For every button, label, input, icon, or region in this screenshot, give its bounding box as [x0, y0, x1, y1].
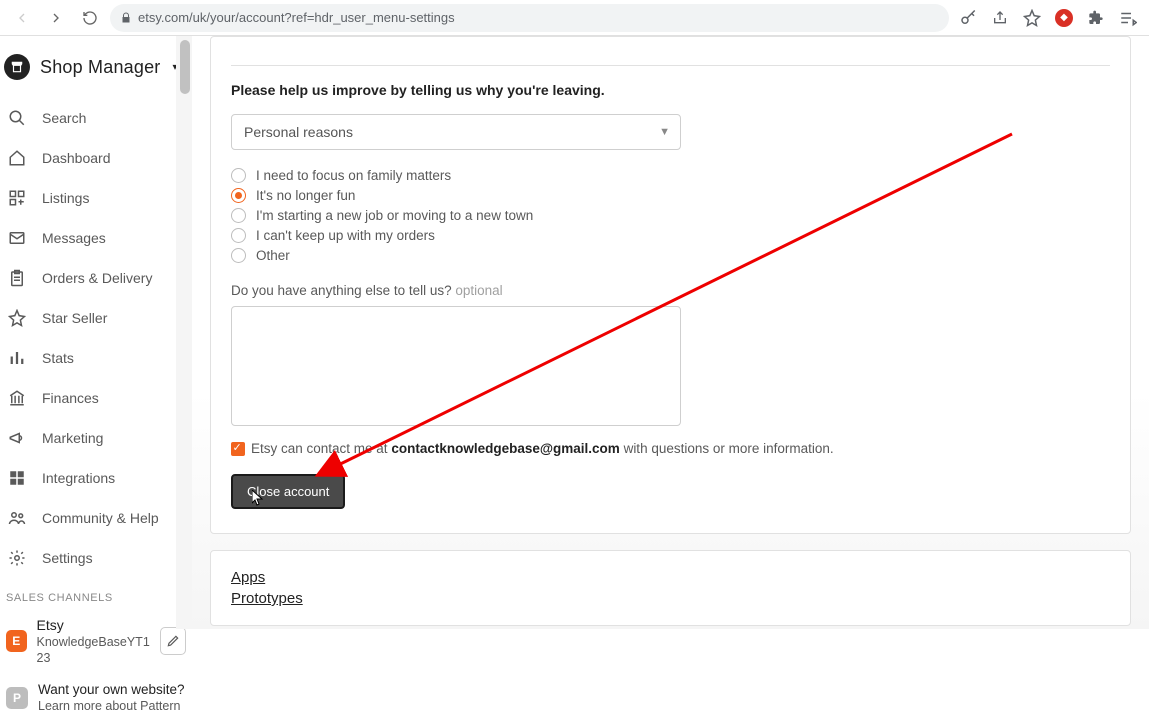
sidebar-label: Listings — [42, 190, 89, 206]
sidebar-item-messages[interactable]: Messages — [0, 218, 192, 258]
sidebar-item-settings[interactable]: Settings › — [0, 538, 192, 578]
edit-channel-button[interactable] — [160, 627, 186, 655]
browser-toolbar: etsy.com/uk/your/account?ref=hdr_user_me… — [0, 0, 1149, 36]
sidebar-label: Marketing — [42, 430, 103, 446]
sidebar-item-stats[interactable]: Stats — [0, 338, 192, 378]
apps-link[interactable]: Apps — [231, 569, 1110, 586]
reason-radio-1[interactable]: It's no longer fun — [231, 188, 1110, 203]
contact-email: contactknowledgebase@gmail.com — [391, 441, 619, 456]
chevron-down-icon: ▼ — [659, 126, 670, 138]
close-account-card: Please help us improve by telling us why… — [210, 36, 1131, 534]
radio-label: I'm starting a new job or moving to a ne… — [256, 208, 533, 223]
prototypes-link[interactable]: Prototypes — [231, 590, 1110, 607]
sidebar-label: Community & Help — [42, 510, 159, 526]
sidebar-label: Messages — [42, 230, 106, 246]
search-icon — [6, 107, 28, 129]
key-icon[interactable] — [955, 5, 981, 31]
radio-label: I can't keep up with my orders — [256, 228, 435, 243]
contact-consent-row: Etsy can contact me at contactknowledgeb… — [231, 441, 1110, 456]
sidebar-label: Search — [42, 110, 86, 126]
radio-icon — [231, 228, 246, 243]
sidebar-label: Stats — [42, 350, 74, 366]
sidebar-item-community[interactable]: Community & Help › — [0, 498, 192, 538]
close-account-button[interactable]: Close account — [231, 474, 345, 509]
feedback-label: Do you have anything else to tell us? op… — [231, 283, 1110, 298]
star-icon[interactable] — [1019, 5, 1045, 31]
reason-radio-4[interactable]: Other — [231, 248, 1110, 263]
channel-subtitle: KnowledgeBaseYT1 23 — [37, 634, 150, 667]
pattern-badge-icon: P — [6, 687, 28, 709]
reason-select[interactable]: Personal reasons ▼ — [231, 114, 681, 150]
radio-icon — [231, 208, 246, 223]
channel-etsy[interactable]: E Etsy KnowledgeBaseYT1 23 — [0, 610, 192, 667]
sidebar-item-marketing[interactable]: Marketing › — [0, 418, 192, 458]
sidebar: Shop Manager ▾ Search Dashboard Listings… — [0, 36, 192, 629]
sidebar-label: Integrations — [42, 470, 115, 486]
listings-icon — [6, 187, 28, 209]
bank-icon — [6, 387, 28, 409]
sidebar-label: Star Seller — [42, 310, 107, 326]
bars-icon — [6, 347, 28, 369]
gear-icon — [6, 547, 28, 569]
clipboard-icon — [6, 267, 28, 289]
megaphone-icon — [6, 427, 28, 449]
cursor-icon — [252, 490, 264, 506]
playlist-icon[interactable] — [1115, 5, 1141, 31]
reload-button[interactable] — [76, 4, 104, 32]
radio-icon — [231, 248, 246, 263]
sidebar-label: Settings — [42, 550, 93, 566]
reason-radio-3[interactable]: I can't keep up with my orders — [231, 228, 1110, 243]
forward-button[interactable] — [42, 4, 70, 32]
channel-subtitle: Learn more about Pattern — [38, 698, 186, 714]
people-icon — [6, 507, 28, 529]
lock-icon — [120, 12, 132, 24]
star-outline-icon — [6, 307, 28, 329]
radio-label: It's no longer fun — [256, 188, 355, 203]
share-icon[interactable] — [987, 5, 1013, 31]
sidebar-scrollbar[interactable] — [176, 36, 192, 629]
radio-label: I need to focus on family matters — [256, 168, 451, 183]
sidebar-item-finances[interactable]: Finances › — [0, 378, 192, 418]
contact-checkbox[interactable] — [231, 442, 245, 456]
channel-title: Want your own website? — [38, 681, 186, 699]
sidebar-label: Dashboard — [42, 150, 111, 166]
address-bar[interactable]: etsy.com/uk/your/account?ref=hdr_user_me… — [110, 4, 949, 32]
etsy-badge-icon: E — [6, 630, 27, 652]
sidebar-item-integrations[interactable]: Integrations — [0, 458, 192, 498]
reason-radio-2[interactable]: I'm starting a new job or moving to a ne… — [231, 208, 1110, 223]
sidebar-item-listings[interactable]: Listings — [0, 178, 192, 218]
select-value: Personal reasons — [244, 124, 353, 140]
sidebar-item-search[interactable]: Search — [0, 98, 192, 138]
sidebar-label: Finances — [42, 390, 99, 406]
shop-manager-dropdown[interactable]: Shop Manager ▾ — [0, 36, 192, 98]
reason-radio-0[interactable]: I need to focus on family matters — [231, 168, 1110, 183]
grid-icon — [6, 467, 28, 489]
radio-label: Other — [256, 248, 290, 263]
sidebar-item-star-seller[interactable]: Star Seller — [0, 298, 192, 338]
brand-title: Shop Manager — [40, 57, 160, 78]
shop-logo-icon — [4, 54, 30, 80]
form-heading: Please help us improve by telling us why… — [231, 82, 1110, 98]
contact-suffix: with questions or more information. — [620, 441, 834, 456]
links-card: Apps Prototypes — [210, 550, 1131, 626]
home-icon — [6, 147, 28, 169]
radio-icon — [231, 168, 246, 183]
radio-icon — [231, 188, 246, 203]
contact-prefix: Etsy can contact me at — [251, 441, 391, 456]
channel-title: Etsy — [37, 616, 150, 634]
url-text: etsy.com/uk/your/account?ref=hdr_user_me… — [138, 10, 455, 25]
channel-pattern[interactable]: P Want your own website? Learn more abou… — [0, 675, 192, 714]
main-content: Please help us improve by telling us why… — [192, 36, 1149, 629]
sidebar-item-orders[interactable]: Orders & Delivery — [0, 258, 192, 298]
back-button[interactable] — [8, 4, 36, 32]
sidebar-label: Orders & Delivery — [42, 270, 152, 286]
profile-icon[interactable]: ◆ — [1051, 5, 1077, 31]
feedback-textarea[interactable] — [231, 306, 681, 426]
extensions-icon[interactable] — [1083, 5, 1109, 31]
sales-channels-header: SALES CHANNELS — [0, 578, 192, 610]
mail-icon — [6, 227, 28, 249]
sidebar-item-dashboard[interactable]: Dashboard — [0, 138, 192, 178]
